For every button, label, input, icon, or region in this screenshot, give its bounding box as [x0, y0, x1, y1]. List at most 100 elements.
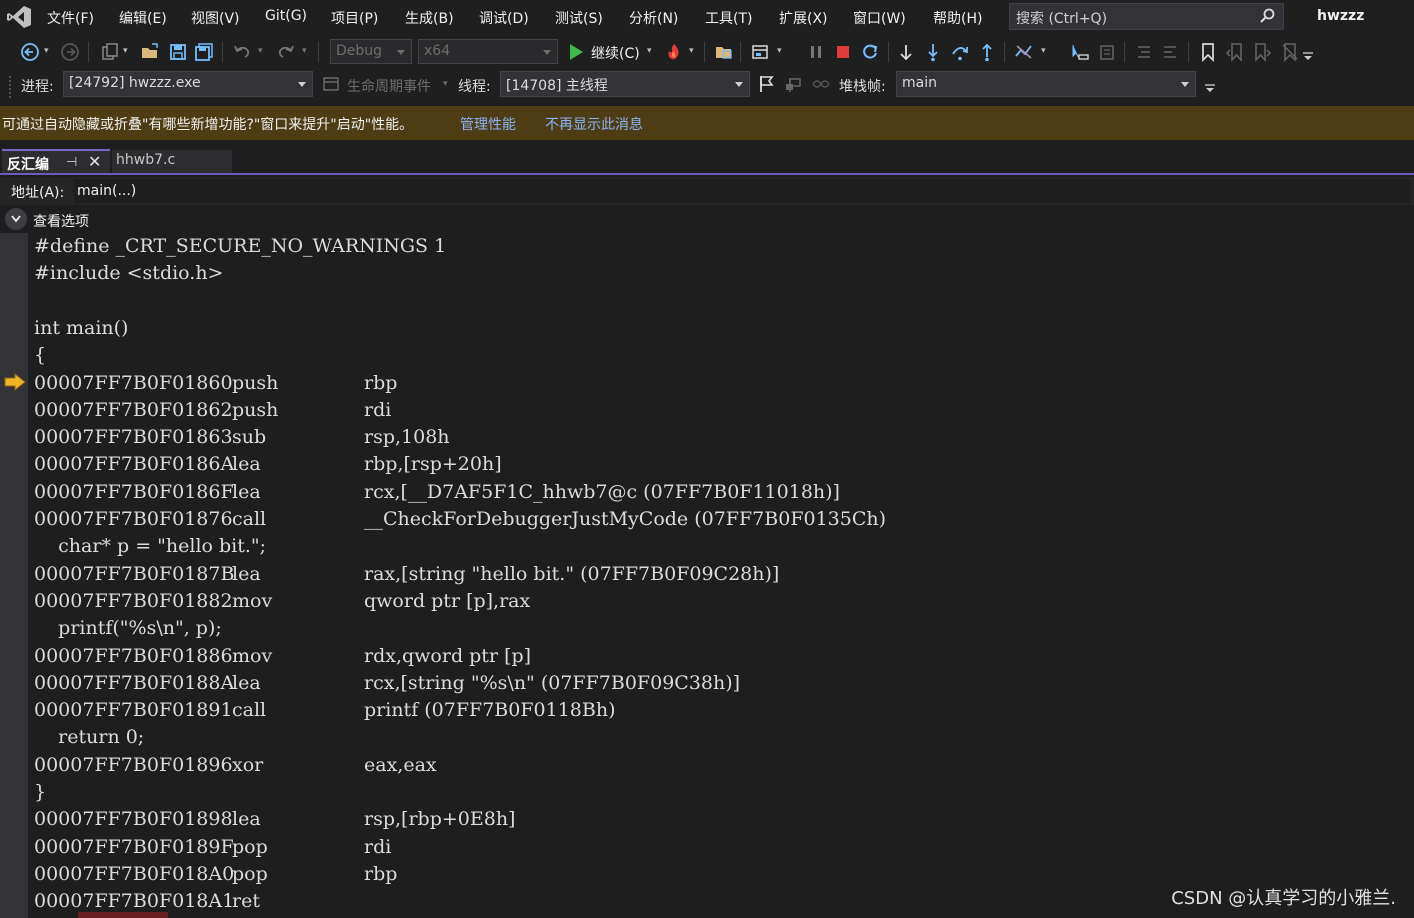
- disassembly-code-view[interactable]: #define _CRT_SECURE_NO_WARNINGS 1 #includ…: [34, 233, 1404, 918]
- source-code-line[interactable]: [34, 288, 1404, 315]
- continue-button[interactable]: 继续(C): [591, 43, 640, 63]
- source-code-line[interactable]: char* p = "hello bit.";: [34, 533, 1404, 560]
- step-out-icon[interactable]: [977, 42, 997, 62]
- back-dropdown-icon[interactable]: ▾: [44, 46, 49, 56]
- browse-folder-icon[interactable]: [714, 42, 734, 62]
- source-code-line[interactable]: #include <stdio.h>: [34, 260, 1404, 287]
- menu-extensions[interactable]: 扩展(X): [779, 8, 828, 28]
- menu-project[interactable]: 项目(P): [331, 8, 378, 28]
- continue-play-icon[interactable]: [566, 42, 586, 62]
- hot-reload-dropdown-icon[interactable]: ▾: [689, 46, 694, 56]
- toolbar-grip[interactable]: [9, 76, 13, 98]
- undo-dropdown-icon[interactable]: ▾: [258, 46, 263, 56]
- toolbar-overflow-icon[interactable]: [1302, 50, 1314, 62]
- clear-bookmarks-icon[interactable]: [1280, 42, 1300, 62]
- asm-instruction-line[interactable]: 00007FF7B0F01891 call printf (07FF7B0F0118…: [34, 697, 1404, 724]
- flag-thread-icon[interactable]: [757, 74, 777, 94]
- menu-window[interactable]: 窗口(W): [853, 8, 906, 28]
- source-code-line[interactable]: int main(): [34, 315, 1404, 342]
- solution-platform-dropdown[interactable]: x64: [418, 39, 558, 64]
- application-insights-icon[interactable]: [750, 42, 770, 62]
- menu-test[interactable]: 测试(S): [555, 8, 603, 28]
- view-options-toggle[interactable]: [5, 208, 27, 230]
- break-all-pause-icon[interactable]: [806, 42, 826, 62]
- navigate-forward-icon[interactable]: [60, 42, 80, 62]
- source-code-line[interactable]: #define _CRT_SECURE_NO_WARNINGS 1: [34, 233, 1404, 260]
- thread-view-icon[interactable]: [1097, 42, 1117, 62]
- solution-name: hwzzz: [1317, 8, 1365, 24]
- thread-dropdown[interactable]: [14708] 主线程: [500, 71, 750, 97]
- pin-icon[interactable]: ⊣: [66, 155, 77, 170]
- lifecycle-events-button[interactable]: 生命周期事件: [347, 76, 431, 96]
- source-code-line[interactable]: {: [34, 342, 1404, 369]
- diagnostic-tools-icon[interactable]: [1014, 42, 1034, 62]
- restart-icon[interactable]: [860, 42, 880, 62]
- comment-lines-icon[interactable]: [1134, 42, 1154, 62]
- menu-git[interactable]: Git(G): [265, 8, 307, 24]
- navigate-back-icon[interactable]: [20, 42, 40, 62]
- instruction-address: 00007FF7B0F01876: [34, 508, 233, 530]
- address-input[interactable]: [74, 179, 1410, 203]
- stackframe-dropdown[interactable]: main: [896, 71, 1196, 97]
- menu-tools[interactable]: 工具(T): [705, 8, 752, 28]
- show-next-statement-icon[interactable]: [896, 42, 916, 62]
- step-into-icon[interactable]: [923, 42, 943, 62]
- source-code-line[interactable]: }: [34, 779, 1404, 806]
- asm-instruction-line[interactable]: 00007FF7B0F01882 mov qword ptr [p],rax: [34, 588, 1404, 615]
- open-file-icon[interactable]: [140, 42, 160, 62]
- menu-build[interactable]: 生成(B): [405, 8, 454, 28]
- diagnostic-dropdown-icon[interactable]: ▾: [1041, 46, 1046, 56]
- uncomment-lines-icon[interactable]: [1160, 42, 1180, 62]
- asm-instruction-line[interactable]: 00007FF7B0F01898 lea rsp,[rbp+0E8h]: [34, 806, 1404, 833]
- manage-performance-link[interactable]: 管理性能: [460, 114, 516, 134]
- save-icon[interactable]: [168, 42, 188, 62]
- lifecycle-dropdown-icon[interactable]: ▾: [443, 79, 448, 89]
- new-project-icon[interactable]: [100, 42, 120, 62]
- insights-dropdown-icon[interactable]: ▾: [777, 46, 782, 56]
- tab-disassembly[interactable]: 反汇编 ⊣ ✕: [2, 149, 110, 173]
- solution-configuration-dropdown[interactable]: Debug: [330, 39, 412, 64]
- lifecycle-events-icon[interactable]: [322, 75, 340, 93]
- redo-dropdown-icon[interactable]: ▾: [302, 46, 307, 56]
- set-next-statement-icon[interactable]: [1070, 42, 1090, 62]
- indicator-margin[interactable]: [0, 233, 28, 918]
- asm-instruction-line[interactable]: 00007FF7B0F0189F pop rdi: [34, 834, 1404, 861]
- stop-debugging-icon[interactable]: [833, 42, 853, 62]
- asm-instruction-line[interactable]: 00007FF7B0F0186F lea rcx,[__D7AF5F1C_hhwb7…: [34, 479, 1404, 506]
- continue-dropdown-icon[interactable]: ▾: [647, 46, 652, 56]
- asm-instruction-line[interactable]: 00007FF7B0F0187B lea rax,[string "hello bi…: [34, 561, 1404, 588]
- menu-debug[interactable]: 调试(D): [479, 8, 529, 28]
- asm-instruction-line[interactable]: 00007FF7B0F01863 sub rsp,108h: [34, 424, 1404, 451]
- hot-reload-icon[interactable]: [664, 42, 684, 62]
- menu-help[interactable]: 帮助(H): [933, 8, 982, 28]
- bookmark-icon[interactable]: [1198, 42, 1218, 62]
- asm-instruction-line[interactable]: 00007FF7B0F01862 push rdi: [34, 397, 1404, 424]
- source-code-line[interactable]: return 0;: [34, 724, 1404, 751]
- source-code-line[interactable]: printf("%s\n", p);: [34, 615, 1404, 642]
- undo-icon[interactable]: [232, 42, 252, 62]
- menu-analyze[interactable]: 分析(N): [629, 8, 678, 28]
- tab-source-file[interactable]: hhwb7.c: [112, 150, 232, 173]
- menu-file[interactable]: 文件(F): [47, 8, 94, 28]
- menu-edit[interactable]: 编辑(E): [119, 8, 167, 28]
- redo-icon[interactable]: [276, 42, 296, 62]
- asm-instruction-line[interactable]: 00007FF7B0F01876 call __CheckForDebuggerJu…: [34, 506, 1404, 533]
- next-bookmark-icon[interactable]: [1252, 42, 1272, 62]
- step-over-icon[interactable]: [950, 42, 970, 62]
- asm-instruction-line[interactable]: 00007FF7B0F0188A lea rcx,[string "%s\n" (0…: [34, 670, 1404, 697]
- process-dropdown[interactable]: [24792] hwzzz.exe: [63, 71, 313, 97]
- new-dropdown-icon[interactable]: ▾: [123, 46, 128, 56]
- asm-instruction-line[interactable]: 00007FF7B0F01896 xor eax,eax: [34, 752, 1404, 779]
- search-box[interactable]: 搜索 (Ctrl+Q): [1009, 3, 1284, 30]
- menu-view[interactable]: 视图(V): [191, 8, 240, 28]
- asm-instruction-line[interactable]: 00007FF7B0F0186A lea rbp,[rsp+20h]: [34, 451, 1404, 478]
- toolbar-overflow-icon[interactable]: [1204, 82, 1216, 94]
- show-threads-in-source-icon[interactable]: [811, 74, 831, 94]
- previous-bookmark-icon[interactable]: [1225, 42, 1245, 62]
- flag-threads-icon[interactable]: [784, 74, 804, 94]
- asm-instruction-line[interactable]: 00007FF7B0F01886 mov rdx,qword ptr [p]: [34, 643, 1404, 670]
- save-all-icon[interactable]: [194, 42, 214, 62]
- close-icon[interactable]: ✕: [88, 152, 101, 171]
- dont-show-again-link[interactable]: 不再显示此消息: [545, 114, 643, 134]
- asm-instruction-line[interactable]: 00007FF7B0F01860 push rbp: [34, 370, 1404, 397]
